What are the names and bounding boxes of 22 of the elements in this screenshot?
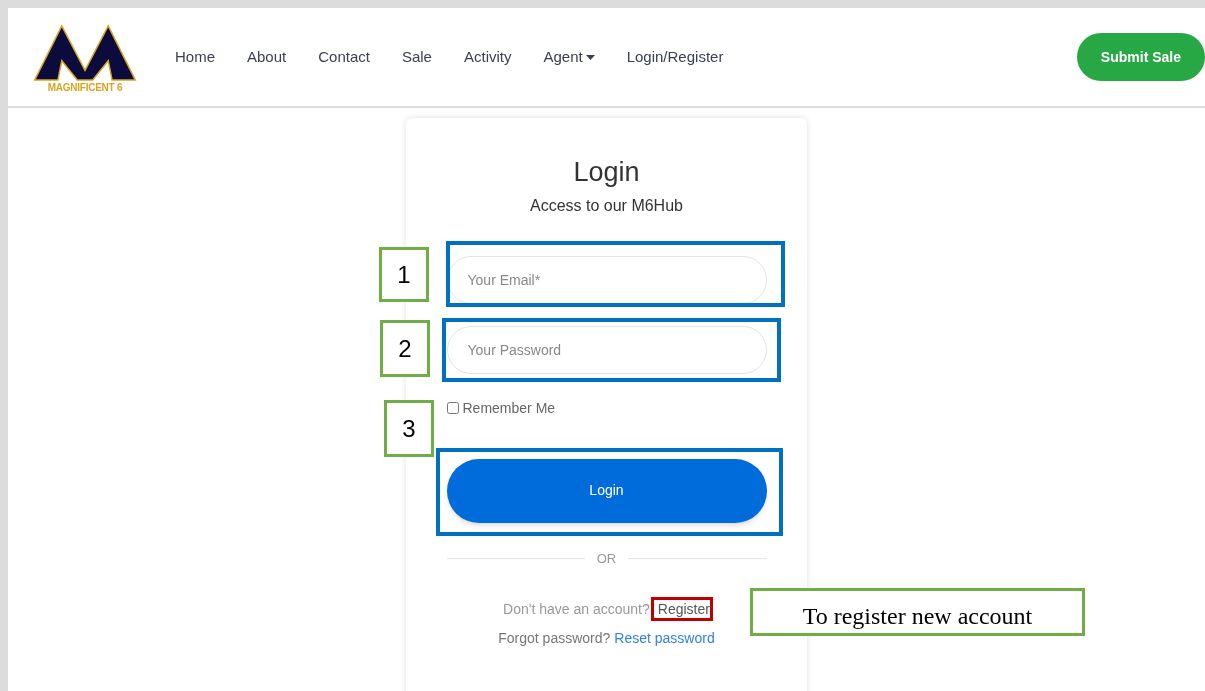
login-button[interactable]: Login	[446, 458, 767, 523]
login-title: Login	[573, 156, 640, 189]
register-prompt: Don't have an account?	[503, 600, 650, 620]
nav-link[interactable]: Sale	[401, 45, 432, 69]
nav-dropdown[interactable]: Agent	[543, 45, 583, 69]
forgot-prompt: Forgot password?	[498, 629, 611, 649]
step-number-label: 2	[380, 320, 430, 377]
nav-link[interactable]: Home	[175, 45, 215, 69]
logo-text: MAGNIFICENT 6	[47, 82, 123, 93]
reset-password-link[interactable]: Reset password	[614, 628, 715, 650]
nav-link[interactable]: Activity	[463, 45, 512, 69]
password-field[interactable]: Your Password	[446, 325, 767, 374]
step-number-label: 3	[384, 400, 434, 457]
callout-note: To register new account	[750, 588, 1085, 636]
divider-text: OR	[596, 549, 617, 568]
nav-link[interactable]: About	[247, 45, 287, 69]
nav-link[interactable]: Login/Register	[626, 45, 724, 69]
nav-link[interactable]: Contact	[318, 45, 370, 69]
login-subtitle: Access to our M6Hub	[530, 195, 683, 216]
step-number-label: 1	[379, 247, 429, 302]
remember-label: Remember Me	[462, 398, 556, 418]
register-link[interactable]: Register	[657, 599, 710, 621]
